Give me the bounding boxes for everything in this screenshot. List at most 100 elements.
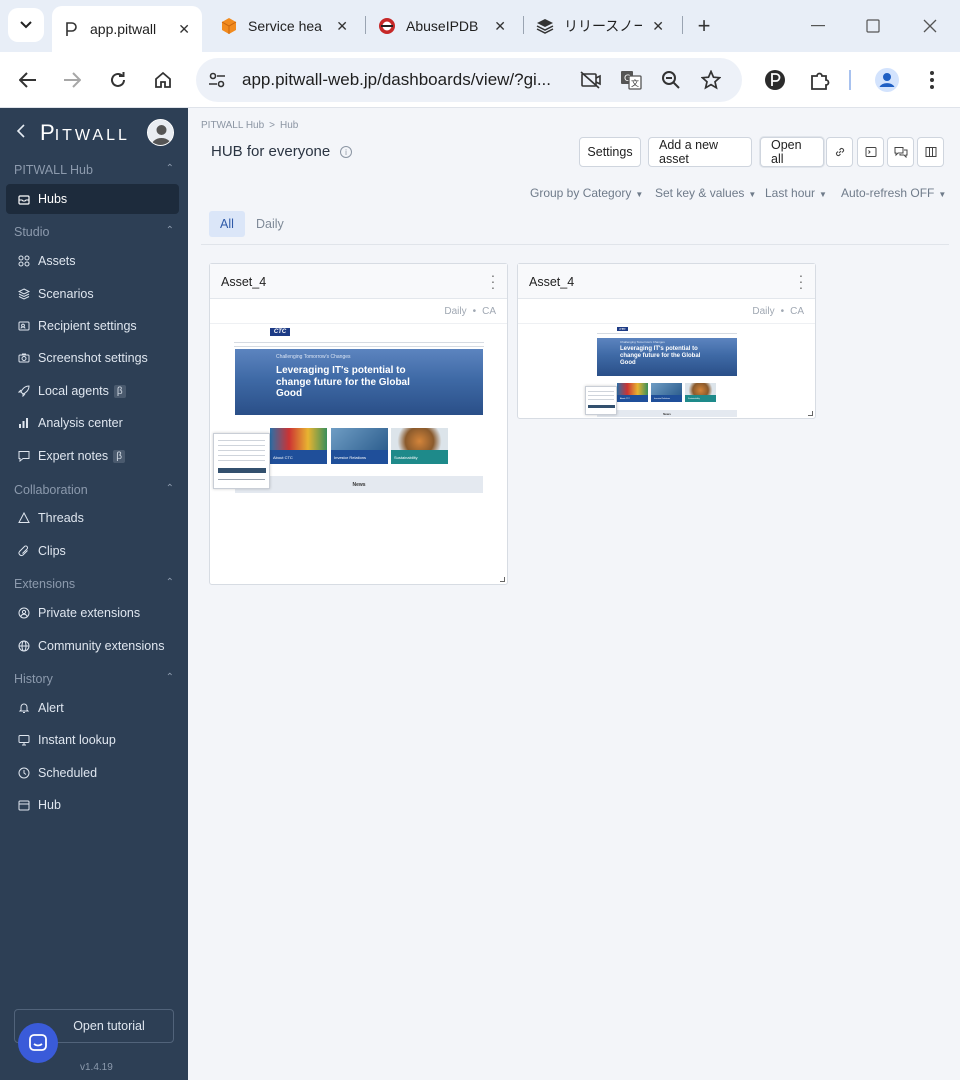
sidebar-item-community-extensions[interactable]: Community extensions (6, 631, 179, 661)
terminal-button[interactable] (857, 137, 884, 167)
tab-close-icon[interactable]: ✕ (334, 18, 350, 35)
sidebar-item-local-agents[interactable]: Local agents β (6, 376, 179, 406)
tab-close-icon[interactable]: ✕ (176, 21, 192, 38)
sidebar-item-label: Analysis center (38, 416, 123, 430)
sidebar-item-clips[interactable]: Clips (6, 536, 179, 566)
sidebar-item-scheduled[interactable]: Scheduled (6, 758, 179, 788)
page-title: HUB for everyone (211, 143, 331, 160)
site-settings-icon[interactable] (206, 69, 228, 91)
sidebar-item-analysis-center[interactable]: Analysis center (6, 408, 179, 438)
sidebar-item-expert-notes[interactable]: Expert notes β (6, 441, 179, 471)
logo-text: ITWALL (54, 127, 130, 144)
browser-menu-icon[interactable] (918, 66, 946, 94)
thumb-nav-line (234, 346, 484, 347)
sidebar-item-assets[interactable]: Assets (6, 246, 179, 276)
thumb-logo: CTC (270, 328, 290, 336)
kebab-menu-icon[interactable]: · · · (797, 268, 805, 294)
asset-screenshot-thumbnail[interactable]: CTC Challenging Tomorrow's Changes Lever… (211, 325, 506, 582)
extensions-puzzle-icon[interactable] (806, 66, 834, 94)
maximize-icon[interactable] (859, 12, 887, 40)
open-all-button[interactable]: Open all (760, 137, 824, 167)
sidebar-item-threads[interactable]: Threads (6, 503, 179, 533)
sidebar-item-hub[interactable]: Hub (6, 790, 179, 820)
chevron-up-icon[interactable]: ⌃ (166, 672, 174, 683)
section-studio[interactable]: Studio ⌃ (14, 225, 174, 239)
profile-avatar-icon[interactable] (873, 66, 901, 94)
sidebar-item-scenarios[interactable]: Scenarios (6, 279, 179, 309)
key-values-dropdown[interactable]: Set key & values ▼ (655, 186, 756, 200)
resize-handle[interactable] (808, 411, 813, 416)
pitwall-extension-icon[interactable] (761, 66, 789, 94)
camera-blocked-icon[interactable] (580, 69, 602, 91)
back-arrow-icon[interactable] (12, 64, 44, 96)
card-title[interactable]: Asset_4 (529, 275, 574, 289)
asset-card[interactable]: Asset_4 · · · Daily • CA CTC Challenging Tom… (517, 263, 816, 419)
browser-tab[interactable]: リリースノート ✕ (526, 6, 676, 46)
forward-arrow-icon[interactable] (56, 64, 88, 96)
sidebar-item-hubs[interactable]: Hubs (6, 184, 179, 214)
home-icon[interactable] (147, 64, 179, 96)
thumb-popup-line (218, 440, 265, 441)
chevron-up-icon[interactable]: ⌃ (166, 225, 174, 236)
asset-card[interactable]: Asset_4 · · · Daily • CA CTC Challenging Tom… (209, 263, 508, 585)
card-frequency: Daily (752, 305, 775, 317)
tab-all[interactable]: All (209, 211, 245, 237)
settings-button[interactable]: Settings (579, 137, 641, 167)
thumb-popup-line (218, 445, 265, 446)
section-extensions[interactable]: Extensions ⌃ (14, 577, 174, 591)
thumb-hero-banner: Challenging Tomorrow's Changes Leveragin… (235, 349, 483, 415)
sidebar-item-alert[interactable]: Alert (6, 693, 179, 723)
thumb-tile: Sustainability (685, 383, 716, 402)
chat-support-button[interactable] (18, 1023, 58, 1063)
kebab-menu-icon[interactable]: · · · (489, 268, 497, 294)
pitwall-logo[interactable]: PITWALL (40, 120, 130, 146)
new-tab-button[interactable]: + (690, 12, 718, 40)
info-icon[interactable]: i (340, 146, 352, 158)
column-layout-button[interactable] (917, 137, 944, 167)
browser-tab[interactable]: Service hea ✕ (210, 6, 360, 46)
breadcrumb-root[interactable]: PITWALL Hub (201, 120, 264, 131)
section-pitwall-hub[interactable]: PITWALL Hub ⌃ (14, 163, 174, 177)
browser-tab[interactable]: AbuseIPDB ✕ (368, 6, 518, 46)
reload-icon[interactable] (102, 64, 134, 96)
tab-daily[interactable]: Daily (245, 211, 295, 237)
browser-tab[interactable]: app.pitwall ✕ (52, 6, 202, 52)
group-by-dropdown[interactable]: Group by Category ▼ (530, 186, 643, 200)
svg-text:文: 文 (631, 78, 639, 88)
minimize-icon[interactable] (804, 12, 832, 40)
sidebar-item-recipient-settings[interactable]: Recipient settings (6, 311, 179, 341)
sidebar-item-private-extensions[interactable]: Private extensions (6, 598, 179, 628)
url-text[interactable]: app.pitwall-web.jp/dashboards/view/?gi..… (242, 70, 572, 90)
chevron-up-icon[interactable]: ⌃ (166, 483, 174, 494)
sidebar-item-instant-lookup[interactable]: Instant lookup (6, 725, 179, 755)
card-meta: Daily • CA (210, 299, 507, 324)
tab-close-icon[interactable]: ✕ (492, 18, 508, 35)
chevron-up-icon[interactable]: ⌃ (166, 163, 174, 174)
translate-icon[interactable]: G文 (620, 69, 642, 91)
dropdown-label: Last hour (765, 186, 816, 200)
thumb-tile-label: About CTC (617, 395, 648, 402)
terminal-icon (865, 147, 876, 157)
section-history[interactable]: History ⌃ (14, 672, 174, 686)
add-new-asset-button[interactable]: Add a new asset (648, 137, 752, 167)
sidebar-item-screenshot-settings[interactable]: Screenshot settings (6, 343, 179, 373)
chevron-left-icon[interactable] (16, 122, 26, 143)
asset-screenshot-thumbnail[interactable]: CTC Challenging Tomorrow's Changes Lever… (519, 325, 814, 417)
time-range-dropdown[interactable]: Last hour ▼ (765, 186, 827, 200)
resize-handle[interactable] (500, 577, 505, 582)
zoom-icon[interactable] (660, 69, 682, 91)
user-avatar[interactable] (147, 119, 174, 146)
chevron-up-icon[interactable]: ⌃ (166, 577, 174, 588)
card-region: CA (790, 305, 804, 317)
comments-button[interactable] (887, 137, 914, 167)
close-window-icon[interactable] (916, 12, 944, 40)
copy-link-button[interactable] (826, 137, 853, 167)
section-collaboration[interactable]: Collaboration ⌃ (14, 483, 174, 497)
address-bar[interactable]: app.pitwall-web.jp/dashboards/view/?gi..… (196, 58, 742, 102)
auto-refresh-dropdown[interactable]: Auto-refresh OFF ▼ (841, 186, 946, 200)
tab-search-button[interactable] (8, 8, 44, 42)
bookmark-star-icon[interactable] (700, 69, 722, 91)
tab-close-icon[interactable]: ✕ (650, 18, 666, 35)
card-title[interactable]: Asset_4 (221, 275, 266, 289)
beta-badge: β (113, 449, 125, 463)
